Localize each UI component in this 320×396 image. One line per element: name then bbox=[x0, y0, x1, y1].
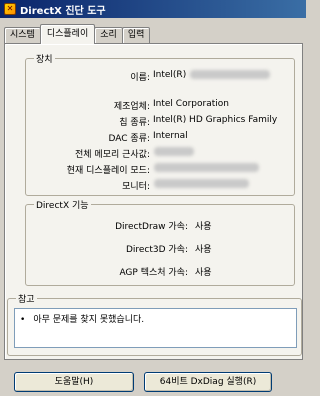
run-64bit-dxdiag-button[interactable]: 64비트 DxDiag 실행(R) bbox=[144, 372, 272, 392]
device-group-legend: 장치 bbox=[34, 52, 55, 65]
monitor-label: 모니터: bbox=[122, 182, 150, 192]
window-title: DirectX 진단 도구 bbox=[20, 5, 106, 17]
redacted-value bbox=[154, 163, 259, 172]
redacted-value bbox=[154, 179, 249, 188]
dac-type-label: DAC 종류: bbox=[108, 134, 150, 144]
tab-strip: 시스템 디스플레이 소리 입력 bbox=[4, 24, 151, 44]
bullet: • bbox=[20, 315, 26, 325]
manufacturer-row: 제조업체: Intel Corporation bbox=[26, 99, 229, 112]
manufacturer-value: Intel Corporation bbox=[153, 99, 229, 109]
agp-texture-row: AGP 텍스처 가속: 사용 bbox=[26, 265, 212, 278]
tab-sound[interactable]: 소리 bbox=[94, 27, 123, 44]
directx-features-legend: DirectX 기능 bbox=[34, 198, 91, 211]
agp-texture-value: 사용 bbox=[195, 268, 212, 278]
total-memory-label: 전체 메모리 근사값: bbox=[75, 150, 150, 160]
notes-textbox[interactable]: • 아무 문제를 찾지 못했습니다. bbox=[14, 308, 297, 348]
agp-texture-label: AGP 텍스처 가속: bbox=[119, 268, 188, 278]
directdraw-row: DirectDraw 가속: 사용 bbox=[26, 219, 212, 232]
tab-system[interactable]: 시스템 bbox=[4, 27, 41, 44]
bottom-button-bar: 도움말(H) 64비트 DxDiag 실행(R) bbox=[0, 362, 306, 396]
chip-type-value: Intel(R) HD Graphics Family bbox=[153, 115, 278, 125]
device-group: 장치 이름: Intel(R) 제조업체: Intel Corporation … bbox=[25, 52, 295, 196]
display-tab-panel: 장치 이름: Intel(R) 제조업체: Intel Corporation … bbox=[4, 43, 303, 360]
dac-type-value: Internal bbox=[153, 131, 188, 141]
tab-input[interactable]: 입력 bbox=[121, 27, 151, 44]
device-name-row: 이름: Intel(R) bbox=[26, 70, 271, 83]
redacted-value bbox=[190, 70, 271, 79]
help-button[interactable]: 도움말(H) bbox=[14, 372, 134, 392]
manufacturer-label: 제조업체: bbox=[113, 102, 150, 112]
direct3d-value: 사용 bbox=[195, 245, 212, 255]
device-name-label: 이름: bbox=[130, 73, 150, 83]
display-mode-row: 현재 디스플레이 모드: bbox=[26, 163, 259, 176]
tab-display[interactable]: 디스플레이 bbox=[39, 24, 96, 44]
total-memory-row: 전체 메모리 근사값: bbox=[26, 147, 194, 160]
chip-type-label: 칩 종류: bbox=[119, 118, 150, 128]
dac-type-row: DAC 종류: Internal bbox=[26, 131, 188, 144]
notes-legend: 참고 bbox=[16, 292, 37, 305]
title-bar: ✕ DirectX 진단 도구 bbox=[0, 0, 306, 18]
chip-type-row: 칩 종류: Intel(R) HD Graphics Family bbox=[26, 115, 277, 128]
display-mode-label: 현재 디스플레이 모드: bbox=[66, 166, 150, 176]
direct3d-label: Direct3D 가속: bbox=[125, 245, 188, 255]
redacted-value bbox=[154, 147, 194, 156]
directx-app-icon: ✕ bbox=[4, 3, 16, 15]
directdraw-label: DirectDraw 가속: bbox=[115, 222, 188, 232]
monitor-row: 모니터: bbox=[26, 179, 249, 192]
device-name-value: Intel(R) bbox=[153, 70, 187, 80]
directx-features-group: DirectX 기능 DirectDraw 가속: 사용 Direct3D 가속… bbox=[25, 198, 295, 286]
directdraw-value: 사용 bbox=[195, 222, 212, 232]
notes-message: 아무 문제를 찾지 못했습니다. bbox=[33, 315, 145, 325]
notes-group: 참고 • 아무 문제를 찾지 못했습니다. bbox=[7, 292, 302, 356]
direct3d-row: Direct3D 가속: 사용 bbox=[26, 242, 212, 255]
